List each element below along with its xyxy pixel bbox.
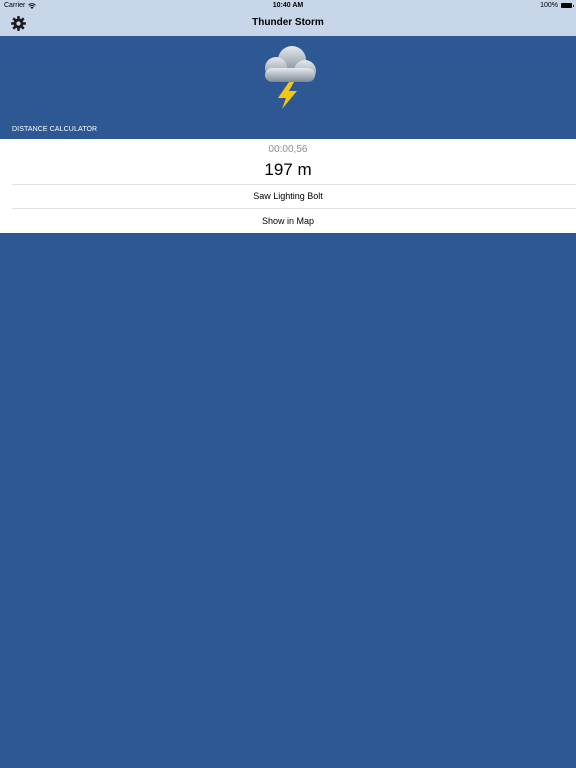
saw-lightning-bolt-button[interactable]: Saw Lighting Bolt [0, 184, 576, 208]
page-title: Thunder Storm [252, 17, 324, 28]
header-panel: DISTANCE CALCULATOR [0, 36, 576, 139]
battery-icon [561, 3, 574, 8]
show-in-map-button[interactable]: Show in Map [0, 209, 576, 233]
distance-value: 197 m [264, 160, 312, 179]
distance-calculator-card: 00:00,56 197 m Saw Lighting Bolt Show in… [0, 139, 576, 233]
status-bar: Carrier 10:40 AM 100% [0, 0, 576, 12]
elapsed-timer: 00:00,56 [268, 144, 308, 155]
battery-percent: 100% [540, 2, 558, 9]
battery-group: 100% [540, 2, 574, 9]
section-label: DISTANCE CALCULATOR [12, 126, 98, 133]
status-time: 10:40 AM [272, 2, 304, 9]
thunderstorm-cloud-icon [265, 46, 316, 109]
navigation-bar: Thunder Storm [0, 12, 576, 36]
